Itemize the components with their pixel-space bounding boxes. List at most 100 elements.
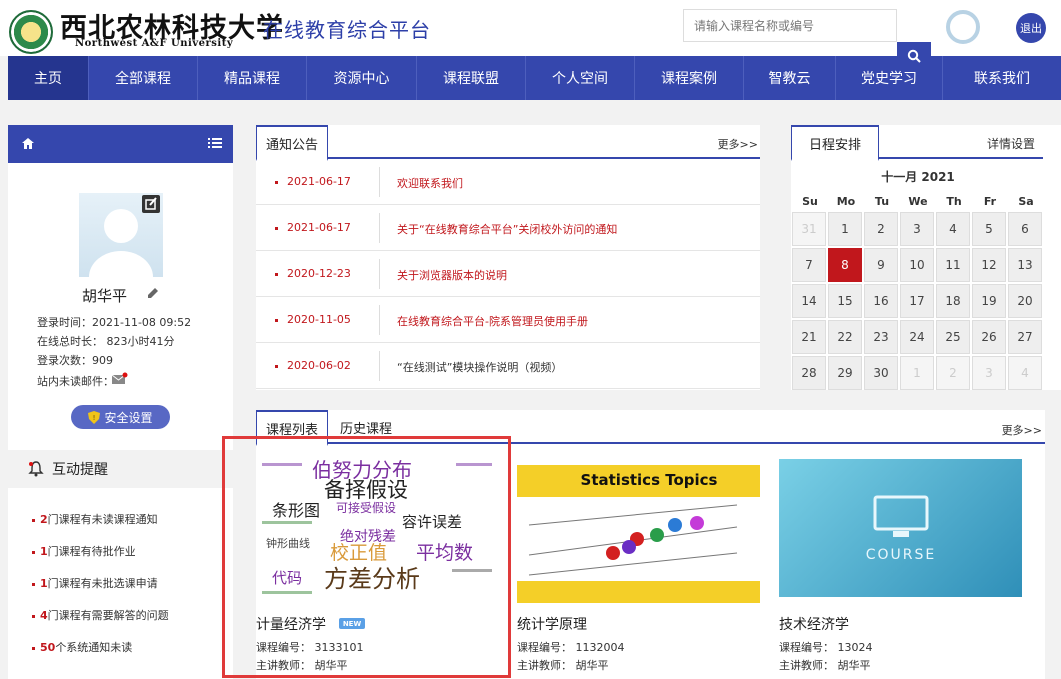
calendar-day[interactable]: 7 (792, 248, 826, 282)
course-cover-econometrics[interactable]: 伯努力分布 备择假设 条形图 可接受假设 容许误差 绝对残差 校正值 平均数 方… (256, 459, 499, 597)
calendar-day[interactable]: 3 (972, 356, 1006, 390)
course-name[interactable]: 技术经济学 (779, 614, 849, 634)
reminder-text: 门课程有需要解答的问题 (47, 609, 169, 622)
calendar-day[interactable]: 18 (936, 284, 970, 318)
calendar-day[interactable]: 25 (936, 320, 970, 354)
course-teacher: 主讲教师： 胡华平 (517, 659, 609, 672)
calendar-day[interactable]: 2 (864, 212, 898, 246)
logout-button[interactable]: 退出 (1016, 13, 1046, 43)
calendar-day[interactable]: 11 (936, 248, 970, 282)
reminder-item[interactable]: 50个系统通知未读 (32, 639, 132, 655)
university-seal-icon[interactable] (9, 10, 53, 54)
notice-title[interactable]: 欢迎联系我们 (397, 175, 463, 191)
notice-row[interactable]: 2020-11-05 在线教育综合平台-院系管理员使用手册 (256, 297, 760, 343)
notice-title[interactable]: “在线测试”模块操作说明（视频） (397, 359, 562, 375)
notice-date: 2020-06-02 (287, 359, 351, 372)
weekday-label: Su (802, 195, 818, 208)
course-cover-text: COURSE (866, 547, 937, 563)
course-cover-tech-economics[interactable]: COURSE (779, 459, 1022, 597)
new-badge: NEW (339, 618, 365, 629)
calendar-day[interactable]: 23 (864, 320, 898, 354)
course-cover-statistics[interactable]: Statistics Topics (517, 465, 760, 603)
bullet (32, 550, 35, 554)
reminder-item[interactable]: 2门课程有未读课程通知 (32, 511, 158, 527)
nav-resource-center[interactable]: 资源中心 (307, 56, 417, 100)
calendar-day[interactable]: 19 (972, 284, 1006, 318)
profile-sidebar: 胡华平 登录时间：2021-11-08 09:52 在线总时长： 823小时41… (8, 125, 233, 679)
courses-more-link[interactable]: 更多>> (1002, 422, 1042, 438)
calendar-day[interactable]: 1 (900, 356, 934, 390)
nav-course-alliance[interactable]: 课程联盟 (417, 56, 526, 100)
search-input[interactable] (683, 9, 897, 42)
calendar-day[interactable]: 1 (828, 212, 862, 246)
tab-schedule[interactable]: 日程安排 (791, 125, 880, 161)
calendar-day[interactable]: 3 (900, 212, 934, 246)
edit-photo-icon[interactable] (142, 195, 160, 213)
schedule-settings-link[interactable]: 详情设置 (987, 135, 1035, 152)
edit-name-icon[interactable] (145, 285, 161, 301)
calendar-day[interactable]: 13 (1008, 248, 1042, 282)
notice-row[interactable]: 2021-06-17 欢迎联系我们 (256, 159, 760, 205)
calendar-day[interactable]: 29 (828, 356, 862, 390)
calendar-day-today[interactable]: 8 (828, 248, 862, 282)
reminder-item[interactable]: 1门课程有未批选课申请 (32, 575, 158, 591)
calendar-day[interactable]: 21 (792, 320, 826, 354)
calendar-day[interactable]: 22 (828, 320, 862, 354)
tab-notices[interactable]: 通知公告 (256, 125, 329, 161)
nav-course-cases[interactable]: 课程案例 (635, 56, 744, 100)
calendar-day[interactable]: 10 (900, 248, 934, 282)
calendar-day[interactable]: 17 (900, 284, 934, 318)
nav-home[interactable]: 主页 (8, 56, 89, 100)
calendar-day[interactable]: 4 (936, 212, 970, 246)
menu-list-icon[interactable] (208, 137, 222, 149)
divider (379, 305, 380, 335)
reminder-item[interactable]: 1门课程有待批作业 (32, 543, 136, 559)
svg-text:!: ! (93, 414, 96, 422)
calendar-day[interactable]: 16 (864, 284, 898, 318)
calendar-day[interactable]: 28 (792, 356, 826, 390)
calendar-day[interactable]: 6 (1008, 212, 1042, 246)
wordcloud-word: 条形图 (272, 501, 320, 520)
search-button[interactable] (897, 42, 931, 70)
bullet (32, 582, 35, 586)
calendar-day[interactable]: 12 (972, 248, 1006, 282)
calendar-day[interactable]: 9 (864, 248, 898, 282)
notice-title[interactable]: 关于浏览器版本的说明 (397, 267, 507, 283)
mail-icon[interactable] (112, 372, 128, 386)
calendar-day[interactable]: 26 (972, 320, 1006, 354)
online-duration: 在线总时长： 823小时41分 (37, 335, 175, 348)
tab-history-courses[interactable]: 历史课程 (331, 410, 401, 444)
wordcloud-word: 容许误差 (402, 513, 462, 531)
tab-course-list[interactable]: 课程列表 (256, 410, 329, 446)
notice-title[interactable]: 在线教育综合平台-院系管理员使用手册 (397, 313, 588, 329)
nav-personal-space[interactable]: 个人空间 (526, 56, 635, 100)
calendar-day[interactable]: 27 (1008, 320, 1042, 354)
notices-more-link[interactable]: 更多>> (718, 136, 758, 152)
calendar-day[interactable]: 20 (1008, 284, 1042, 318)
security-settings-button[interactable]: ! 安全设置 (71, 405, 170, 429)
home-icon[interactable] (21, 137, 35, 150)
notice-row[interactable]: 2020-06-02 “在线测试”模块操作说明（视频） (256, 343, 760, 389)
calendar-day[interactable]: 14 (792, 284, 826, 318)
calendar-day[interactable]: 31 (792, 212, 826, 246)
reminder-text: 门课程有未批选课申请 (47, 577, 158, 590)
security-settings-label: 安全设置 (104, 410, 153, 425)
calendar-day[interactable]: 15 (828, 284, 862, 318)
calendar-day[interactable]: 24 (900, 320, 934, 354)
notice-date: 2021-06-17 (287, 221, 351, 234)
calendar-day[interactable]: 2 (936, 356, 970, 390)
calendar-day[interactable]: 30 (864, 356, 898, 390)
nav-all-courses[interactable]: 全部课程 (89, 56, 198, 100)
notice-row[interactable]: 2020-12-23 关于浏览器版本的说明 (256, 251, 760, 297)
nav-featured-courses[interactable]: 精品课程 (198, 56, 307, 100)
user-avatar[interactable] (946, 10, 980, 44)
reminder-item[interactable]: 4门课程有需要解答的问题 (32, 607, 169, 623)
notice-row[interactable]: 2021-06-17 关于“在线教育综合平台”关闭校外访问的通知 (256, 205, 760, 251)
course-name[interactable]: 计量经济学 (256, 614, 326, 634)
notice-title[interactable]: 关于“在线教育综合平台”关闭校外访问的通知 (397, 221, 617, 237)
calendar-day[interactable]: 5 (972, 212, 1006, 246)
nav-contact-us[interactable]: 联系我们 (943, 56, 1061, 100)
course-name[interactable]: 统计学原理 (517, 614, 587, 634)
nav-smart-cloud[interactable]: 智教云 (744, 56, 836, 100)
calendar-day[interactable]: 4 (1008, 356, 1042, 390)
